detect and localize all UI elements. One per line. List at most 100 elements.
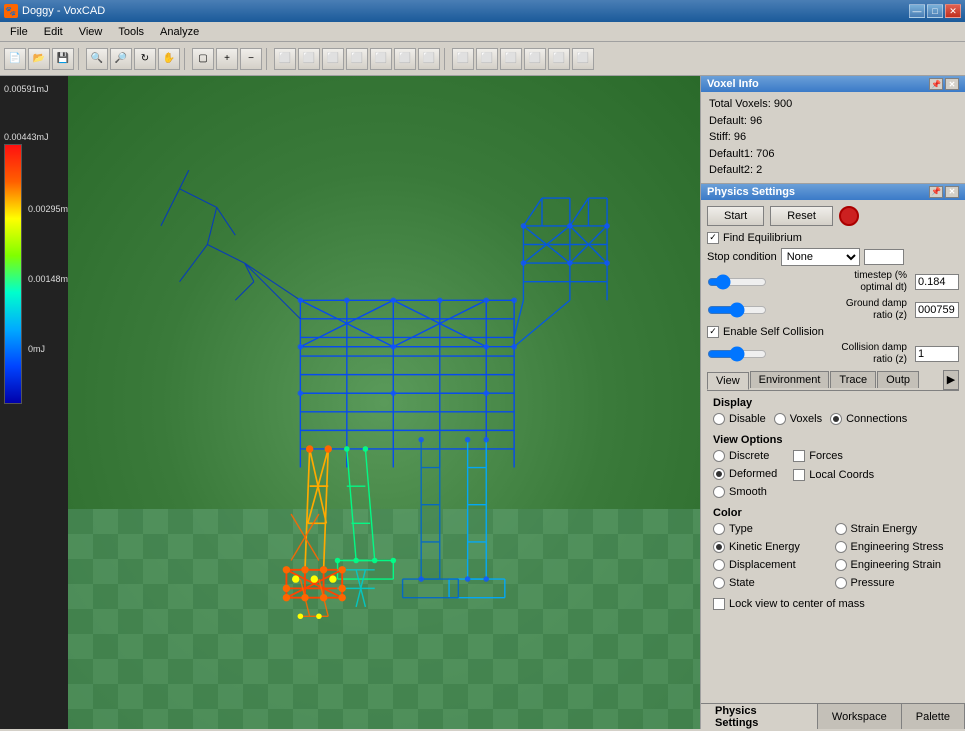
tab-trace[interactable]: Trace [830, 371, 876, 388]
display-connections-radio[interactable] [830, 413, 842, 425]
view-discrete-radio[interactable] [713, 450, 725, 462]
view-options-left: Discrete Deformed Smooth [713, 450, 777, 501]
tool-2[interactable]: ⬜ [298, 48, 320, 70]
tab-output[interactable]: Outp [877, 371, 919, 388]
add-voxel-btn[interactable]: + [216, 48, 238, 70]
color-state-radio[interactable] [713, 577, 725, 589]
save-btn[interactable]: 💾 [52, 48, 74, 70]
maximize-btn[interactable]: □ [927, 4, 943, 18]
new-btn[interactable]: 📄 [4, 48, 26, 70]
tool-3[interactable]: ⬜ [322, 48, 344, 70]
color-strain-energy-row: Strain Energy [835, 523, 954, 535]
toolbar-sep-2 [184, 48, 188, 70]
toolbar-sep-3 [266, 48, 270, 70]
color-type-radio[interactable] [713, 523, 725, 535]
stop-condition-label: Stop condition [707, 251, 777, 263]
self-collision-checkbox[interactable] [707, 326, 719, 338]
physics-settings-close[interactable]: ✕ [945, 186, 959, 198]
bottom-tabs: Physics Settings Workspace Palette [701, 703, 965, 729]
tool-10[interactable]: ⬜ [500, 48, 522, 70]
rotate-btn[interactable]: ↻ [134, 48, 156, 70]
gradient-bar [4, 144, 22, 404]
menu-analyze[interactable]: Analyze [152, 24, 207, 40]
minimize-btn[interactable]: — [909, 4, 925, 18]
tool-12[interactable]: ⬜ [548, 48, 570, 70]
pan-btn[interactable]: ✋ [158, 48, 180, 70]
scale-mid-high: 0.00443mJ [4, 132, 64, 142]
zoom-in-btn[interactable]: 🔍 [86, 48, 108, 70]
color-displacement-radio[interactable] [713, 559, 725, 571]
color-kinetic-row: Kinetic Energy [713, 541, 832, 553]
view-deformed-label: Deformed [729, 468, 777, 480]
color-eng-strain-radio[interactable] [835, 559, 847, 571]
reset-button[interactable]: Reset [770, 206, 833, 226]
display-connections-row: Connections [830, 413, 907, 425]
remove-voxel-btn[interactable]: − [240, 48, 262, 70]
default-row: Default: 96 [709, 113, 957, 130]
ground-damp-slider[interactable] [707, 304, 767, 316]
tool-7[interactable]: ⬜ [418, 48, 440, 70]
color-strain-energy-radio[interactable] [835, 523, 847, 535]
toolbar-sep-4 [444, 48, 448, 70]
forces-checkbox[interactable] [793, 450, 805, 462]
main-container: 0.00591mJ 0.00443mJ 0.00295mJ 0.00148mJ … [0, 76, 965, 729]
viewport[interactable] [68, 76, 700, 729]
tab-arrow[interactable]: ▶ [943, 370, 959, 390]
ground-damp-input[interactable] [915, 302, 959, 318]
voxel-info-close[interactable]: ✕ [945, 78, 959, 90]
select-btn[interactable]: ▢ [192, 48, 214, 70]
timestep-input[interactable] [915, 274, 959, 290]
start-button[interactable]: Start [707, 206, 764, 226]
tool-5[interactable]: ⬜ [370, 48, 392, 70]
find-equilibrium-label: Find Equilibrium [723, 232, 802, 244]
tool-9[interactable]: ⬜ [476, 48, 498, 70]
zoom-out-btn[interactable]: 🔎 [110, 48, 132, 70]
tool-1[interactable]: ⬜ [274, 48, 296, 70]
timestep-slider[interactable] [707, 276, 767, 288]
local-coords-label: Local Coords [809, 469, 874, 481]
tab-view[interactable]: View [707, 372, 749, 390]
bottom-tab-palette[interactable]: Palette [902, 704, 965, 729]
voxel-info-pin[interactable]: 📌 [929, 78, 943, 90]
view-smooth-radio[interactable] [713, 486, 725, 498]
tool-6[interactable]: ⬜ [394, 48, 416, 70]
menu-tools[interactable]: Tools [110, 24, 152, 40]
local-coords-checkbox[interactable] [793, 469, 805, 481]
scale-max: 0.00591mJ [4, 84, 64, 94]
menu-file[interactable]: File [2, 24, 36, 40]
close-btn[interactable]: ✕ [945, 4, 961, 18]
display-disable-radio[interactable] [713, 413, 725, 425]
tab-environment[interactable]: Environment [750, 371, 830, 388]
bottom-tab-physics[interactable]: Physics Settings [701, 704, 818, 729]
tool-11[interactable]: ⬜ [524, 48, 546, 70]
bottom-tab-workspace[interactable]: Workspace [818, 704, 902, 729]
menu-view[interactable]: View [71, 24, 111, 40]
lock-view-checkbox[interactable] [713, 598, 725, 610]
open-btn[interactable]: 📂 [28, 48, 50, 70]
tool-4[interactable]: ⬜ [346, 48, 368, 70]
view-tab-content: Display Disable Voxels Connections [707, 391, 959, 620]
color-eng-stress-radio[interactable] [835, 541, 847, 553]
view-options-container: Discrete Deformed Smooth [713, 450, 953, 501]
view-deformed-radio[interactable] [713, 468, 725, 480]
display-voxels-row: Voxels [774, 413, 822, 425]
collision-damp-slider[interactable] [707, 348, 767, 360]
stop-button[interactable] [839, 206, 859, 226]
stop-condition-input[interactable] [864, 249, 904, 265]
tool-13[interactable]: ⬜ [572, 48, 594, 70]
default2-label: Default2: [709, 164, 753, 176]
color-eng-strain-label: Engineering Strain [851, 559, 942, 571]
color-displacement-row: Displacement [713, 559, 832, 571]
tool-8[interactable]: ⬜ [452, 48, 474, 70]
display-voxels-radio[interactable] [774, 413, 786, 425]
collision-damp-input[interactable] [915, 346, 959, 362]
menu-edit[interactable]: Edit [36, 24, 71, 40]
stop-condition-select[interactable]: None Equilibrium Time [781, 248, 860, 266]
physics-settings-pin[interactable]: 📌 [929, 186, 943, 198]
color-kinetic-radio[interactable] [713, 541, 725, 553]
view-discrete-label: Discrete [729, 450, 769, 462]
voxel-info-panel: Voxel Info 📌 ✕ Total Voxels: 900 Default… [701, 76, 965, 184]
self-collision-label: Enable Self Collision [723, 326, 824, 338]
find-equilibrium-checkbox[interactable] [707, 232, 719, 244]
color-pressure-radio[interactable] [835, 577, 847, 589]
